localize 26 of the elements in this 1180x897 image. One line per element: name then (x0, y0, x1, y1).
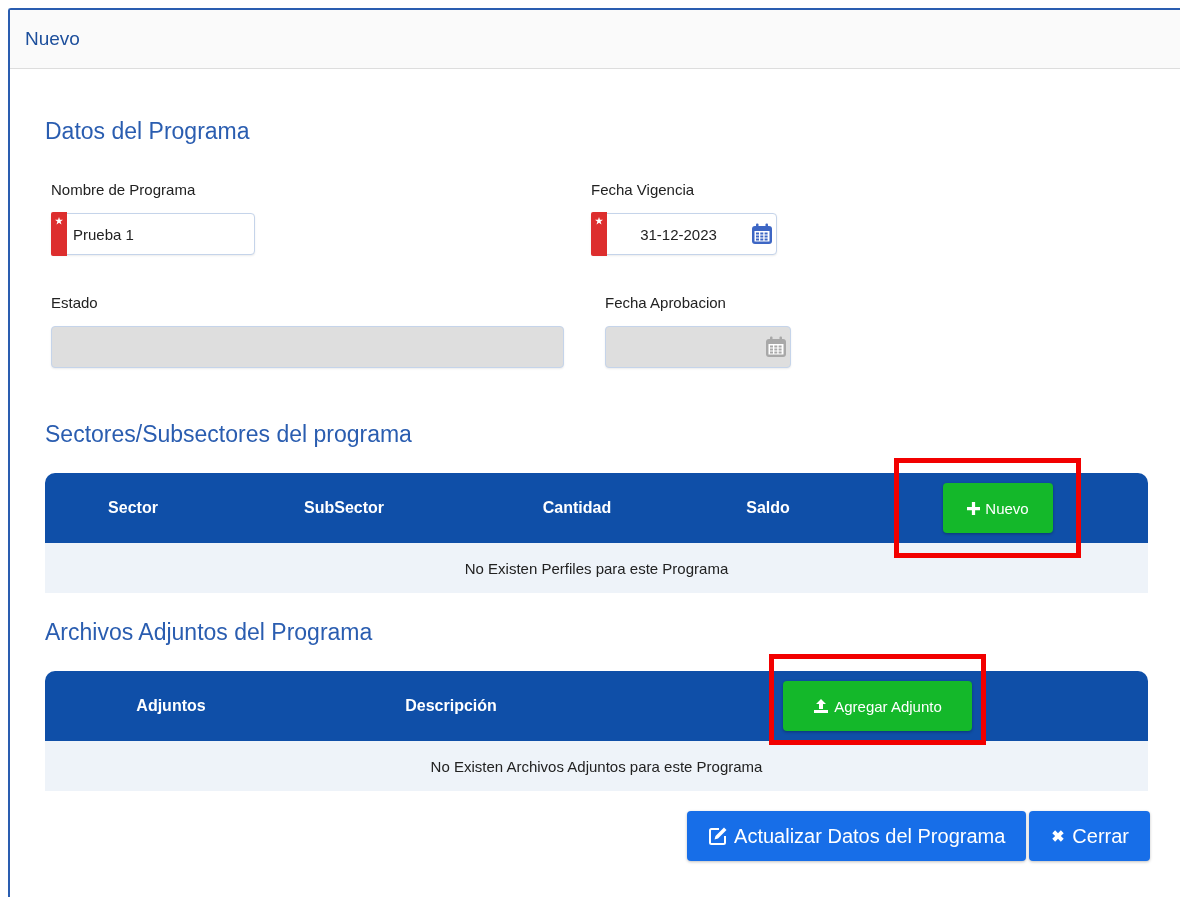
calendar-icon[interactable] (750, 222, 774, 246)
edit-icon (708, 826, 729, 846)
plus-icon (967, 501, 981, 515)
star-icon (595, 217, 603, 225)
column-header: Cantidad (541, 499, 613, 517)
field-label: Estado (51, 293, 99, 313)
column-header: SubSector (303, 499, 385, 517)
empty-message: No Existen Archivos Adjuntos para este Programa (45, 741, 1148, 791)
section-heading: Archivos Adjuntos del Programa (45, 618, 374, 647)
upload-icon (813, 698, 830, 714)
column-header: Sector (107, 499, 159, 517)
star-icon (55, 217, 63, 225)
column-header: Adjuntos (135, 697, 207, 715)
section-heading: Datos del Programa (45, 117, 251, 146)
field-value[interactable]: 31-12-2023 (607, 214, 750, 254)
empty-message: No Existen Perfiles para este Programa (45, 543, 1148, 593)
section-heading: Sectores/Subsectores del programa (45, 420, 413, 449)
close-button[interactable]: Cerrar (1029, 811, 1150, 861)
field-label: Nombre de Programa (51, 180, 197, 200)
update-button[interactable]: Actualizar Datos del Programa (687, 811, 1027, 861)
dialog-title: Nuevo (25, 28, 80, 50)
column-header: Descripción (404, 697, 498, 715)
field-label: Fecha Aprobacion (605, 293, 727, 313)
date-field[interactable]: 31-12-2023 (591, 213, 777, 255)
column-header: Saldo (745, 499, 791, 517)
field-label: Fecha Vigencia (591, 180, 696, 200)
